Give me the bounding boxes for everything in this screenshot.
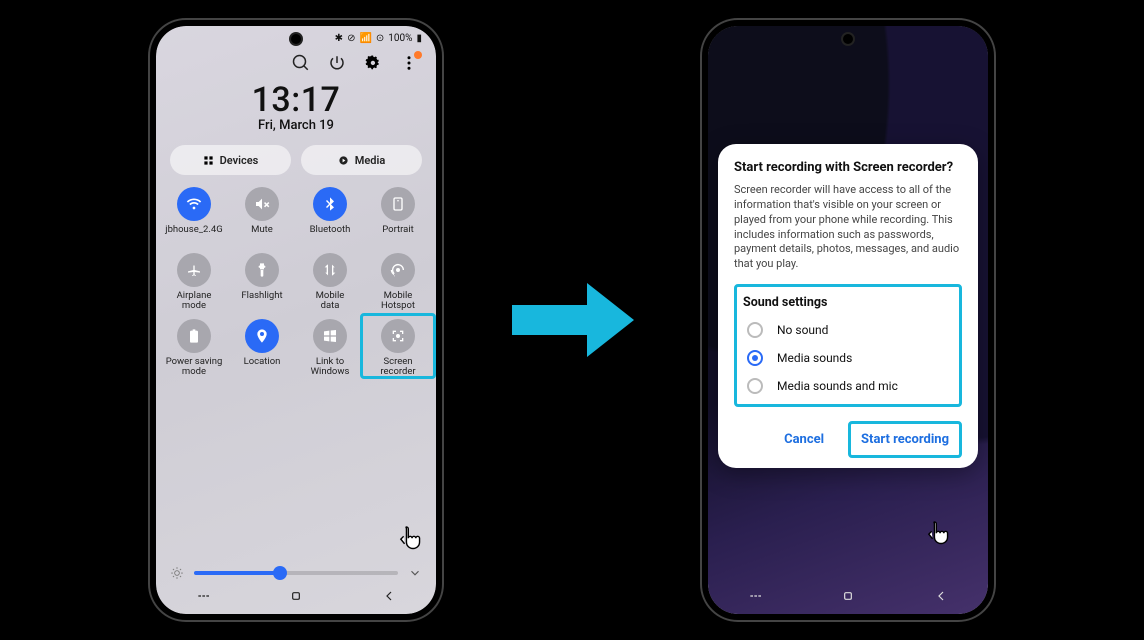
record-icon[interactable] bbox=[381, 319, 415, 353]
sound-settings-title: Sound settings bbox=[743, 295, 953, 310]
brightness-slider[interactable] bbox=[194, 571, 398, 575]
qs-tile-label: Link to Windows bbox=[296, 357, 364, 379]
qs-tile-hotspot[interactable]: Mobile Hotspot bbox=[364, 253, 432, 313]
qs-tile-location[interactable]: Location bbox=[228, 319, 296, 379]
qs-tile-label: Airplane mode bbox=[160, 291, 228, 313]
quick-settings-grid: jbhouse_2.4GMuteBluetoothPortrait Airplan… bbox=[156, 181, 436, 379]
dialog-body: Screen recorder will have access to all … bbox=[734, 183, 962, 272]
qs-tile-portrait[interactable]: Portrait bbox=[364, 187, 432, 247]
clock-date: Fri, March 19 bbox=[156, 118, 436, 133]
battery-icon[interactable] bbox=[177, 319, 211, 353]
qs-tile-bluetooth[interactable]: Bluetooth bbox=[296, 187, 364, 247]
arrow-icon bbox=[502, 265, 642, 375]
qs-tile-mute[interactable]: Mute bbox=[228, 187, 296, 247]
radio-label: Media sounds and mic bbox=[777, 379, 898, 393]
power-icon[interactable] bbox=[328, 54, 346, 72]
nav-home[interactable] bbox=[288, 588, 304, 608]
clock-area: 13:17 Fri, March 19 bbox=[156, 80, 436, 133]
nav-bar bbox=[708, 586, 988, 610]
sound-option[interactable]: Media sounds bbox=[743, 344, 953, 372]
clock-time: 13:17 bbox=[156, 80, 436, 120]
nav-recents[interactable] bbox=[195, 588, 211, 608]
sound-settings-block: Sound settings No sound Media sounds Media… bbox=[734, 284, 962, 407]
dnd-status-icon: ⊘ bbox=[347, 33, 355, 44]
qs-tile-airplane[interactable]: Airplane mode bbox=[160, 253, 228, 313]
location-icon[interactable] bbox=[245, 319, 279, 353]
settings-gear-icon[interactable] bbox=[364, 54, 382, 72]
radio-icon[interactable] bbox=[747, 378, 763, 394]
windows-icon[interactable] bbox=[313, 319, 347, 353]
qs-tile-label: Power saving mode bbox=[160, 357, 228, 379]
expand-brightness-icon[interactable] bbox=[408, 566, 422, 580]
qs-tile-label: Screen recorder bbox=[364, 357, 432, 379]
camera-hole bbox=[291, 34, 301, 44]
screen-recorder-dialog: Start recording with Screen recorder? Sc… bbox=[718, 144, 978, 468]
qs-tile-label: Portrait bbox=[364, 225, 432, 247]
camera-hole bbox=[843, 34, 853, 44]
quick-panel-toolbar bbox=[156, 50, 436, 74]
brightness-low-icon bbox=[170, 566, 184, 580]
flashlight-icon[interactable] bbox=[245, 253, 279, 287]
qs-tile-label: Flashlight bbox=[228, 291, 296, 313]
qs-tile-flashlight[interactable]: Flashlight bbox=[228, 253, 296, 313]
qs-tile-windows[interactable]: Link to Windows bbox=[296, 319, 364, 379]
radio-label: No sound bbox=[777, 323, 828, 337]
wifi-icon[interactable] bbox=[177, 187, 211, 221]
qs-tile-label: Location bbox=[228, 357, 296, 379]
dialog-title: Start recording with Screen recorder? bbox=[734, 160, 962, 175]
qs-tile-wifi[interactable]: jbhouse_2.4G bbox=[160, 187, 228, 247]
more-icon[interactable] bbox=[400, 54, 418, 72]
qs-tile-mobiledata[interactable]: Mobile data bbox=[296, 253, 364, 313]
cancel-button[interactable]: Cancel bbox=[774, 424, 834, 455]
portrait-icon[interactable] bbox=[381, 187, 415, 221]
qs-tile-label: jbhouse_2.4G bbox=[160, 225, 228, 247]
nav-recents[interactable] bbox=[747, 588, 763, 608]
qs-tile-label: Mobile data bbox=[296, 291, 364, 313]
nav-bar bbox=[156, 586, 436, 610]
brightness-thumb[interactable] bbox=[273, 566, 287, 580]
radio-icon[interactable] bbox=[747, 322, 763, 338]
radio-label: Media sounds bbox=[777, 351, 852, 365]
phone-left: ✱ ⊘ 📶 ⊙ 100% ▮ 13:17 Fri, March 19 Devic… bbox=[150, 20, 442, 620]
qs-tile-label: Mute bbox=[228, 225, 296, 247]
bluetooth-icon[interactable] bbox=[313, 187, 347, 221]
mobiledata-icon[interactable] bbox=[313, 253, 347, 287]
sound-option[interactable]: Media sounds and mic bbox=[743, 372, 953, 400]
airplane-icon[interactable] bbox=[177, 253, 211, 287]
start-recording-button[interactable]: Start recording bbox=[848, 421, 962, 458]
qs-tile-label: Mobile Hotspot bbox=[364, 291, 432, 313]
hotspot-icon[interactable] bbox=[381, 253, 415, 287]
qs-tile-battery[interactable]: Power saving mode bbox=[160, 319, 228, 379]
search-icon[interactable] bbox=[292, 54, 310, 72]
radio-icon[interactable] bbox=[747, 350, 763, 366]
nav-back[interactable] bbox=[381, 588, 397, 608]
phone-right: 13:17 ⊘ ⊙ 100% ▮ Start recording with Sc… bbox=[702, 20, 994, 620]
media-pill[interactable]: Media bbox=[301, 145, 422, 175]
brightness-row bbox=[170, 566, 422, 580]
sound-option[interactable]: No sound bbox=[743, 316, 953, 344]
devices-pill[interactable]: Devices bbox=[170, 145, 291, 175]
nav-back[interactable] bbox=[933, 588, 949, 608]
mute-icon[interactable] bbox=[245, 187, 279, 221]
qs-tile-record[interactable]: Screen recorder bbox=[364, 319, 432, 379]
nav-home[interactable] bbox=[840, 588, 856, 608]
qs-tile-label: Bluetooth bbox=[296, 225, 364, 247]
